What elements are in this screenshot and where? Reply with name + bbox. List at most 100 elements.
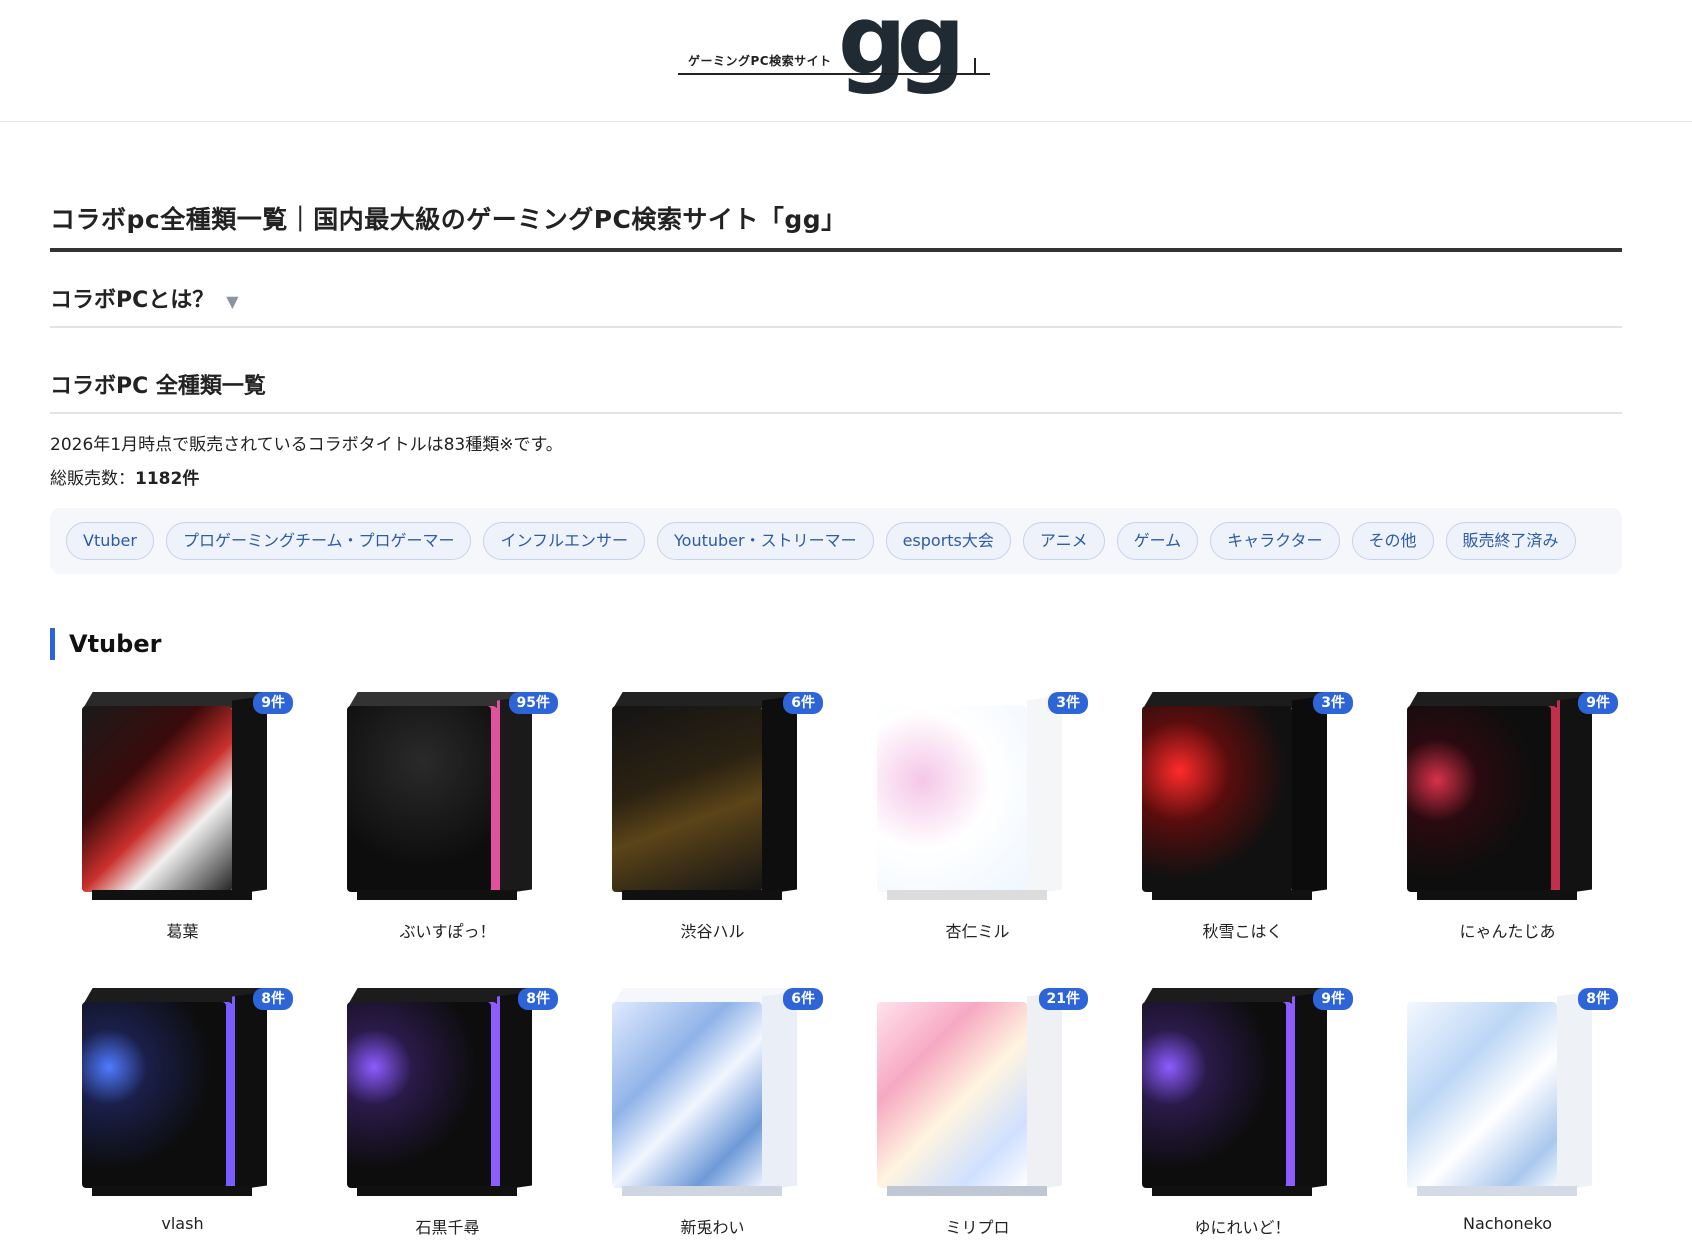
- pc-case-front: [877, 706, 1027, 892]
- category-heading: Vtuber: [50, 628, 1622, 660]
- pc-case-front: [1142, 1002, 1292, 1188]
- page-title: コラボpc全種類一覧｜国内最大級のゲーミングPC検索サイト「gg」: [50, 200, 1622, 252]
- pc-case-front: [82, 1002, 232, 1188]
- product-card[interactable]: 3件 杏仁ミル: [845, 682, 1110, 962]
- count-badge: 8件: [253, 988, 293, 1010]
- main-content: コラボpc全種類一覧｜国内最大級のゲーミングPC検索サイト「gg」 コラボPCと…: [50, 200, 1622, 1258]
- count-badge: 8件: [1578, 988, 1618, 1010]
- product-card[interactable]: 9件 にゃんたじあ: [1375, 682, 1640, 962]
- total-sales: 総販売数：1182件: [50, 462, 1622, 496]
- product-card[interactable]: 8件 石黒千尋: [315, 978, 580, 1258]
- pc-case-feet: [1417, 1186, 1577, 1196]
- pc-case-illustration: [82, 692, 269, 902]
- pc-case-feet: [1152, 1186, 1312, 1196]
- pc-case-illustration: [347, 692, 534, 902]
- pc-case-image: [82, 988, 269, 1198]
- category-filter-bar: Vtuber プロゲーミングチーム・プロゲーマー インフルエンサー Youtub…: [50, 508, 1622, 574]
- product-grid: 9件 葛葉 95件 ぶいすぽっ！ 6件 渋谷ハル 3件 杏仁ミル 3件 秋雪こは…: [50, 682, 1622, 1258]
- count-badge: 21件: [1038, 988, 1088, 1010]
- pc-case-side: [497, 695, 532, 895]
- filter-chip-character[interactable]: キャラクター: [1210, 522, 1340, 560]
- count-badge: 6件: [783, 692, 823, 714]
- pc-case-feet: [92, 1186, 252, 1196]
- what-is-collab-pc-accordion[interactable]: コラボPCとは？ ▼: [50, 282, 1622, 328]
- count-badge: 6件: [783, 988, 823, 1010]
- product-name: ぶいすぽっ！: [399, 922, 496, 941]
- pc-case-feet: [357, 1186, 517, 1196]
- pc-case-illustration: [612, 988, 799, 1198]
- product-name: ゆにれいど！: [1194, 1218, 1291, 1237]
- product-name: 秋雪こはく: [1202, 922, 1283, 941]
- filter-chip-game[interactable]: ゲーム: [1116, 522, 1199, 560]
- pc-case-image: [1407, 692, 1594, 902]
- pc-case-illustration: [347, 988, 534, 1198]
- logo-tick: [974, 58, 976, 74]
- pc-case-side: [1292, 991, 1327, 1191]
- pc-case-front: [82, 706, 232, 892]
- total-sales-value: 1182件: [135, 469, 200, 489]
- pc-case-side: [232, 991, 267, 1191]
- pc-case-image: [347, 692, 534, 902]
- count-badge: 8件: [518, 988, 558, 1010]
- product-card[interactable]: 21件 ミリプロ: [845, 978, 1110, 1258]
- product-card[interactable]: 9件 葛葉: [50, 682, 315, 962]
- pc-case-illustration: [1407, 692, 1594, 902]
- count-badge: 9件: [1313, 988, 1353, 1010]
- logo-tagline: ゲーミングPC検索サイト: [688, 54, 832, 68]
- product-card[interactable]: 95件 ぶいすぽっ！: [315, 682, 580, 962]
- pc-case-side: [762, 695, 797, 895]
- pc-case-feet: [887, 890, 1047, 900]
- filter-chip-vtuber[interactable]: Vtuber: [66, 522, 154, 560]
- pc-case-illustration: [1142, 692, 1329, 902]
- product-card[interactable]: 6件 新兎わい: [580, 978, 845, 1258]
- product-name: ミリプロ: [945, 1218, 1010, 1237]
- product-card[interactable]: 3件 秋雪こはく: [1110, 682, 1375, 962]
- pc-case-front: [877, 1002, 1027, 1188]
- filter-chip-progaming[interactable]: プロゲーミングチーム・プロゲーマー: [165, 522, 472, 560]
- pc-case-front: [1407, 1002, 1557, 1188]
- product-name: 新兎わい: [680, 1218, 745, 1237]
- pc-case-front: [1142, 706, 1292, 892]
- pc-case-front: [1407, 706, 1557, 892]
- filter-chip-youtuber[interactable]: Youtuber・ストリーマー: [657, 522, 874, 560]
- pc-case-illustration: [877, 988, 1064, 1198]
- filter-chip-influencer[interactable]: インフルエンサー: [483, 522, 645, 560]
- pc-case-front: [347, 706, 497, 892]
- summary-line: 2026年1月時点で販売されているコラボタイトルは83種類※です。: [50, 435, 563, 455]
- product-name: vlash: [161, 1214, 204, 1233]
- pc-case-front: [347, 1002, 497, 1188]
- pc-case-illustration: [82, 988, 269, 1198]
- pc-case-feet: [92, 890, 252, 900]
- product-name: 石黒千尋: [415, 1218, 480, 1237]
- filter-chip-anime[interactable]: アニメ: [1022, 522, 1105, 560]
- product-card[interactable]: 9件 ゆにれいど！: [1110, 978, 1375, 1258]
- pc-case-side: [762, 991, 797, 1191]
- pc-case-illustration: [1142, 988, 1329, 1198]
- pc-case-image: [877, 988, 1064, 1198]
- filter-chip-other[interactable]: その他: [1351, 522, 1434, 560]
- pc-case-image: [82, 692, 269, 902]
- pc-case-front: [612, 706, 762, 892]
- section-title: コラボPC 全種類一覧: [50, 368, 1622, 414]
- accordion-title: コラボPCとは？: [50, 288, 215, 313]
- pc-case-illustration: [1407, 988, 1594, 1198]
- pc-case-image: [612, 988, 799, 1198]
- summary: 2026年1月時点で販売されているコラボタイトルは83種類※です。 総販売数：1…: [50, 428, 1622, 496]
- pc-case-image: [1407, 988, 1594, 1198]
- filter-chip-esports[interactable]: esports大会: [885, 522, 1011, 560]
- count-badge: 3件: [1048, 692, 1088, 714]
- pc-case-feet: [1417, 890, 1577, 900]
- pc-case-image: [1142, 692, 1329, 902]
- product-card[interactable]: 8件 vlash: [50, 978, 315, 1258]
- pc-case-side: [1027, 695, 1062, 895]
- pc-case-side: [232, 695, 267, 895]
- product-card[interactable]: 8件 Nachoneko: [1375, 978, 1640, 1258]
- pc-case-image: [347, 988, 534, 1198]
- count-badge: 3件: [1313, 692, 1353, 714]
- product-name: 渋谷ハル: [680, 922, 745, 941]
- site-logo[interactable]: ゲーミングPC検索サイト gg: [678, 0, 990, 102]
- pc-case-image: [1142, 988, 1329, 1198]
- filter-chip-discontinued[interactable]: 販売終了済み: [1445, 522, 1576, 560]
- product-card[interactable]: 6件 渋谷ハル: [580, 682, 845, 962]
- pc-case-feet: [887, 1186, 1047, 1196]
